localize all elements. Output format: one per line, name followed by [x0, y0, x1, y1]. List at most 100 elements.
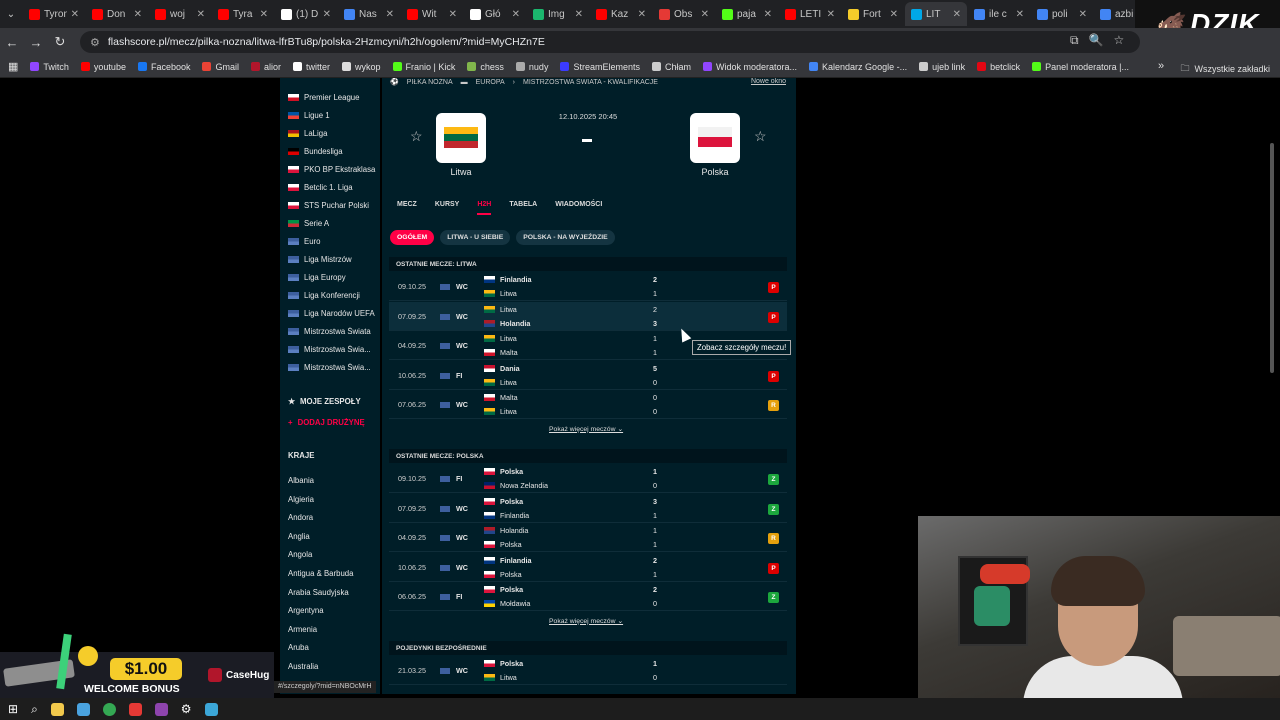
tab-close-icon[interactable]: ✕ [638, 9, 646, 20]
home-team-logo[interactable] [436, 113, 486, 163]
browser-tab[interactable]: ile c ✕ [968, 2, 1030, 26]
browser-tab[interactable]: Głó ✕ [464, 2, 526, 26]
casehug-ad[interactable]: $1.00 WELCOME BONUS CaseHug [0, 633, 274, 699]
h2h-match-row[interactable]: 07.09.25 WC Polska 3 Finlandia 1 Z [389, 494, 787, 523]
back-icon[interactable]: ← [0, 35, 24, 50]
tab-close-icon[interactable]: ✕ [386, 9, 394, 20]
h2h-filter-tab[interactable]: OGÓŁEM [390, 230, 435, 245]
sidebar-league-item[interactable]: Bundesliga [288, 147, 380, 156]
h2h-match-row[interactable]: 10.06.25 FI Dania 5 Litwa 0 P [389, 361, 787, 390]
tab-close-icon[interactable]: ✕ [953, 9, 961, 20]
browser-tab[interactable]: Tyrone ✕ [23, 2, 85, 26]
favorite-home-star-icon[interactable]: ☆ [410, 128, 423, 145]
explorer-icon[interactable] [50, 702, 64, 716]
match-tab[interactable]: TABELA [509, 201, 537, 215]
zoom-icon[interactable]: 🔍 [1089, 33, 1104, 48]
breadcrumb-competition[interactable]: MISTRZOSTWA ŚWIATA - KWALIFIKACJE [523, 79, 658, 86]
install-icon[interactable]: ⧉ [1070, 33, 1079, 48]
h2h-match-row[interactable]: 09.10.25 FI Polska 1 Nowa Zelandia 0 Z [389, 464, 787, 493]
site-info-icon[interactable]: ⚙ [90, 36, 100, 49]
tab-close-icon[interactable]: ✕ [134, 9, 142, 20]
search-icon[interactable]: ⌕ [31, 702, 38, 717]
tab-close-icon[interactable]: ✕ [890, 9, 898, 20]
bookmark-star-icon[interactable]: ☆ [1114, 33, 1125, 48]
bookmark-item[interactable]: ujeb link [919, 62, 965, 72]
browser-tab[interactable]: paja ✕ [716, 2, 778, 26]
url-field[interactable]: ⚙ flashscore.pl/mecz/pilka-nozna/litwa-l… [80, 31, 1140, 53]
tab-close-icon[interactable]: ✕ [512, 9, 520, 20]
home-team-name[interactable]: Litwa [421, 167, 501, 177]
page-scrollbar[interactable] [1270, 143, 1274, 373]
browser-tab[interactable]: Don ✕ [86, 2, 148, 26]
app-icon[interactable] [76, 702, 90, 716]
browser-tab[interactable]: Img ✕ [527, 2, 589, 26]
sidebar-league-item[interactable]: PKO BP Ekstraklasa [288, 165, 380, 174]
bookmark-item[interactable]: youtube [80, 62, 126, 72]
sidebar-league-item[interactable]: Liga Mistrzów [288, 255, 380, 264]
sidebar-country-item[interactable]: Arabia Saudyjska [288, 588, 349, 597]
tab-close-icon[interactable]: ✕ [827, 9, 835, 20]
browser-tab[interactable]: woj ✕ [149, 2, 211, 26]
h2h-filter-tab[interactable]: POLSKA - NA WYJEŹDZIE [516, 230, 615, 245]
h2h-match-row[interactable]: 21.03.25 WC Polska 1 Litwa 0 [389, 656, 787, 685]
sidebar-country-item[interactable]: Albania [288, 476, 314, 485]
sidebar-league-item[interactable]: Mistrzostwa Świata [288, 327, 380, 336]
tab-close-icon[interactable]: ✕ [323, 9, 331, 20]
sidebar-league-item[interactable]: Ligue 1 [288, 111, 380, 120]
match-tab[interactable]: KURSY [435, 201, 460, 215]
h2h-match-row[interactable]: 06.06.25 FI Polska 2 Mołdawia 0 Z [389, 582, 787, 611]
sidebar-country-item[interactable]: Algieria [288, 495, 314, 504]
browser-tab[interactable]: LETI ✕ [779, 2, 841, 26]
sidebar-league-item[interactable]: STS Puchar Polski [288, 201, 380, 210]
chrome-icon[interactable] [102, 702, 116, 716]
match-tab[interactable]: H2H [477, 201, 492, 215]
bookmark-item[interactable]: twitter [293, 62, 330, 72]
tab-close-icon[interactable]: ✕ [71, 9, 79, 20]
apps-icon[interactable]: ▦ [8, 60, 18, 73]
bookmark-item[interactable]: betclick [977, 62, 1020, 72]
settings-icon[interactable]: ⚙ [181, 702, 192, 716]
obs-icon[interactable] [128, 702, 142, 716]
sidebar-league-item[interactable]: Premier League [288, 93, 380, 102]
bookmark-item[interactable]: Kalendarz Google -... [809, 62, 907, 72]
sidebar-league-item[interactable]: LaLiga [288, 129, 380, 138]
all-bookmarks[interactable]: 🗀 Wszystkie zakładki [1180, 61, 1270, 77]
h2h-match-row[interactable]: 07.09.25 WC Litwa 2 Holandia 3 P [389, 301, 787, 331]
tab-close-icon[interactable]: ✕ [197, 9, 205, 20]
browser-tab[interactable]: Tyra ✕ [212, 2, 274, 26]
sidebar-league-item[interactable]: Mistrzostwa Świa... [288, 345, 380, 354]
h2h-match-row[interactable]: 07.06.25 WC Malta 0 Litwa 0 R [389, 390, 787, 419]
away-team-logo[interactable] [690, 113, 740, 163]
tab-close-icon[interactable]: ✕ [260, 9, 268, 20]
sidebar-country-item[interactable]: Angola [288, 550, 312, 559]
browser-tab[interactable]: Wit ✕ [401, 2, 463, 26]
browser-tab[interactable]: (1) D ✕ [275, 2, 337, 26]
browser-tab[interactable]: Kaz ✕ [590, 2, 652, 26]
show-more-matches-link[interactable]: Pokaż więcej meczów ⌄ [549, 617, 623, 625]
sidebar-country-item[interactable]: Armenia [288, 625, 317, 634]
browser-tab[interactable]: poli ✕ [1031, 2, 1093, 26]
match-tab[interactable]: WIADOMOŚCI [555, 201, 602, 215]
h2h-match-row[interactable]: 04.09.25 WC Holandia 1 Polska 1 R [389, 523, 787, 552]
tab-close-icon[interactable]: ✕ [449, 9, 457, 20]
bookmark-item[interactable]: Chłam [651, 62, 691, 72]
browser-tab[interactable]: Nas ✕ [338, 2, 400, 26]
sidebar-country-item[interactable]: Argentyna [288, 606, 324, 615]
bookmark-item[interactable]: Franio | Kick [392, 62, 455, 72]
sidebar-country-item[interactable]: Australia [288, 662, 318, 671]
breadcrumb-sport[interactable]: PIŁKA NOŻNA [407, 79, 453, 86]
reload-icon[interactable]: ↻ [48, 34, 72, 50]
tab-close-icon[interactable]: ✕ [764, 9, 772, 20]
sidebar-league-item[interactable]: Betclic 1. Liga [288, 183, 380, 192]
h2h-match-row[interactable]: 10.06.25 WC Finlandia 2 Polska 1 P [389, 553, 787, 582]
sidebar-league-item[interactable]: Mistrzostwa Świa... [288, 363, 380, 372]
add-team-link[interactable]: + DODAJ DRUŻYNĘ [288, 418, 365, 427]
h2h-match-row[interactable]: 09.10.25 WC Finlandia 2 Litwa 1 P [389, 272, 787, 301]
forward-icon[interactable]: → [24, 35, 48, 50]
sidebar-country-item[interactable]: Andora [288, 513, 313, 522]
sidebar-league-item[interactable]: Liga Konferencji [288, 291, 380, 300]
sidebar-league-item[interactable]: Liga Narodów UEFA [288, 309, 380, 318]
match-tab[interactable]: MECZ [397, 201, 417, 215]
bookmark-item[interactable]: Gmail [202, 62, 239, 72]
tab-close-icon[interactable]: ✕ [701, 9, 709, 20]
